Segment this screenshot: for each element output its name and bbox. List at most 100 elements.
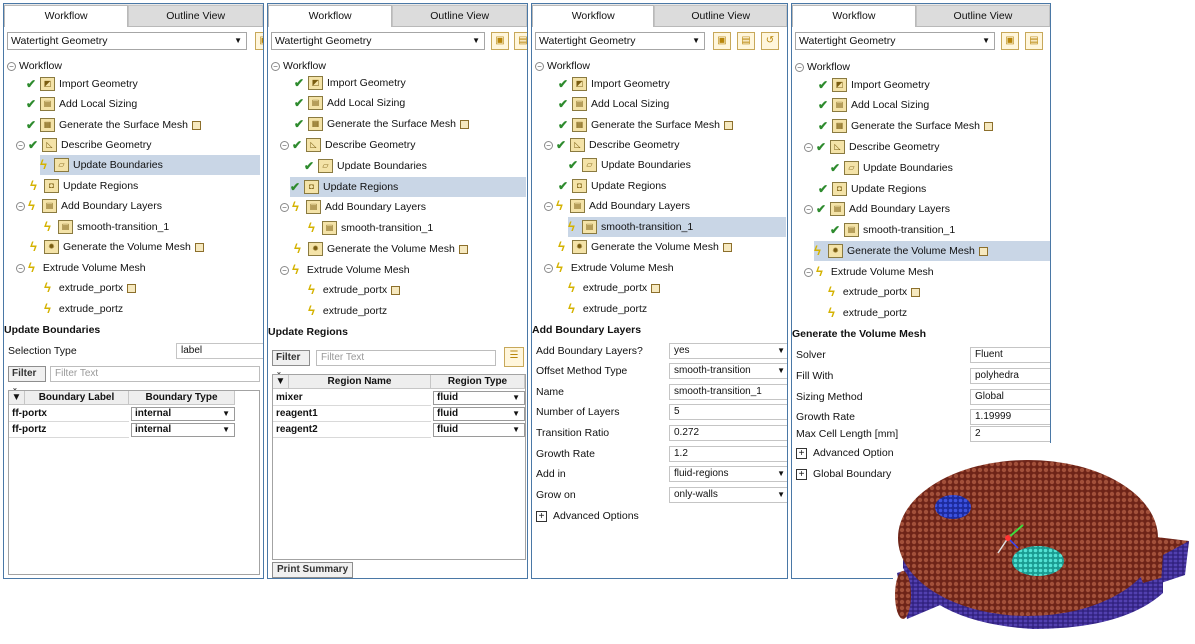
tree-item-smooth-transition[interactable]: ✔ ▤ smooth-transition_1: [830, 220, 955, 240]
workflow-type-select[interactable]: Watertight Geometry ▼: [795, 32, 995, 50]
table-cell-name[interactable]: reagent2: [273, 422, 431, 438]
save-workflow-button[interactable]: ▤: [1025, 32, 1043, 50]
tab-outline-view[interactable]: Outline View: [915, 5, 1050, 26]
tree-item-extrude-portz[interactable]: ϟ extrude_portz: [568, 299, 647, 319]
collapse-icon[interactable]: −: [804, 267, 813, 277]
collapse-icon[interactable]: −: [544, 140, 553, 150]
tab-workflow[interactable]: Workflow: [792, 5, 916, 27]
save-workflow-button[interactable]: ▤: [737, 32, 755, 50]
plus-icon[interactable]: +: [536, 510, 547, 522]
table-cell-name[interactable]: mixer: [273, 390, 431, 406]
boundary-type-select[interactable]: internal ▼: [131, 407, 235, 421]
add-in-select[interactable]: fluid-regions ▼: [669, 466, 787, 482]
open-folder-button[interactable]: ▣: [1001, 32, 1019, 50]
tree-item-extrude-volume-mesh[interactable]: − ϟ Extrude Volume Mesh: [804, 262, 934, 282]
tree-item-add-local-sizing[interactable]: ✔ ▤ Add Local Sizing: [26, 94, 137, 114]
tree-item-extrude-portz[interactable]: ϟ extrude_portz: [44, 299, 123, 319]
tree-item-generate-volume-mesh[interactable]: ϟ ✹ Generate the Volume Mesh: [30, 237, 204, 257]
plus-icon[interactable]: +: [796, 468, 807, 480]
table-cell-label[interactable]: ff-portz: [9, 422, 129, 438]
tree-root[interactable]: − Workflow: [795, 57, 850, 77]
tab-workflow[interactable]: Workflow: [532, 5, 655, 27]
tree-item-smooth-transition[interactable]: ϟ ▤ smooth-transition_1: [44, 217, 169, 237]
tree-item-add-boundary-layers[interactable]: − ϟ ▤ Add Boundary Layers: [280, 197, 426, 217]
max-cell-length-input[interactable]: 2: [970, 426, 1050, 442]
collapse-icon[interactable]: −: [16, 201, 25, 211]
tree-item-generate-surface-mesh[interactable]: ✔ ▦ Generate the Surface Mesh: [294, 114, 469, 134]
tab-outline-view[interactable]: Outline View: [128, 5, 263, 26]
filter-button[interactable]: Filter ⌄: [8, 366, 46, 392]
filter-button[interactable]: Filter ⌄: [272, 350, 310, 376]
tree-item-add-local-sizing[interactable]: ✔ ▤ Add Local Sizing: [818, 95, 929, 115]
tree-item-add-boundary-layers[interactable]: − ϟ ▤ Add Boundary Layers: [16, 196, 162, 216]
collapse-icon[interactable]: −: [280, 265, 289, 275]
collapse-icon[interactable]: −: [804, 204, 813, 214]
name-input[interactable]: smooth-transition_1: [669, 384, 787, 400]
advanced-options-toggle[interactable]: + Advanced Options: [536, 506, 787, 526]
fill-with-select[interactable]: polyhedra: [970, 368, 1050, 384]
tree-item-update-regions[interactable]: ✔ ◘ Update Regions: [558, 176, 666, 196]
tree-item-extrude-portx[interactable]: ϟ extrude_portx: [308, 280, 401, 300]
tab-outline-view[interactable]: Outline View: [654, 5, 787, 26]
tree-item-generate-surface-mesh[interactable]: ✔ ▦ Generate the Surface Mesh: [818, 116, 993, 136]
funnel-icon[interactable]: ▼: [9, 391, 25, 405]
tree-item-extrude-volume-mesh[interactable]: − ϟ Extrude Volume Mesh: [544, 258, 674, 278]
add-boundary-layers-select[interactable]: yes ▼: [669, 343, 787, 359]
selection-type-field[interactable]: label: [176, 343, 263, 359]
sizing-method-select[interactable]: Global: [970, 389, 1050, 405]
collapse-icon[interactable]: −: [795, 62, 804, 72]
tree-item-import-geometry[interactable]: ✔ ◩ Import Geometry: [26, 74, 138, 94]
boundary-type-select[interactable]: internal ▼: [131, 423, 235, 437]
column-region-type[interactable]: Region Type: [431, 375, 525, 389]
collapse-icon[interactable]: −: [16, 140, 25, 150]
solver-select[interactable]: Fluent: [970, 347, 1050, 363]
tree-item-extrude-portx[interactable]: ϟ extrude_portx: [568, 278, 661, 298]
tree-root[interactable]: − Workflow: [535, 56, 590, 76]
filter-options-button[interactable]: ☰: [504, 347, 524, 367]
collapse-icon[interactable]: −: [16, 263, 25, 273]
tree-item-extrude-volume-mesh[interactable]: − ϟ Extrude Volume Mesh: [16, 258, 146, 278]
collapse-icon[interactable]: −: [271, 61, 280, 71]
tree-item-add-local-sizing[interactable]: ✔ ▤ Add Local Sizing: [294, 93, 405, 113]
funnel-icon[interactable]: ▼: [273, 375, 289, 389]
tree-item-add-local-sizing[interactable]: ✔ ▤ Add Local Sizing: [558, 94, 669, 114]
tree-item-extrude-volume-mesh[interactable]: − ϟ Extrude Volume Mesh: [280, 260, 410, 280]
open-folder-button[interactable]: ▣: [255, 32, 263, 50]
growth-rate-input[interactable]: 1.2: [669, 446, 787, 462]
tree-item-add-boundary-layers[interactable]: − ✔ ▤ Add Boundary Layers: [804, 199, 950, 219]
tree-item-update-boundaries[interactable]: ✔ ▱ Update Boundaries: [304, 156, 427, 176]
table-cell-name[interactable]: reagent1: [273, 406, 431, 422]
collapse-icon[interactable]: −: [804, 142, 813, 152]
open-folder-button[interactable]: ▣: [491, 32, 509, 50]
transition-ratio-input[interactable]: 0.272: [669, 425, 787, 441]
column-boundary-label[interactable]: Boundary Label: [25, 391, 129, 405]
region-type-select[interactable]: fluid ▼: [433, 407, 525, 421]
workflow-type-select[interactable]: Watertight Geometry ▼: [535, 32, 705, 50]
tree-item-describe-geometry[interactable]: − ✔ ◺ Describe Geometry: [544, 135, 679, 155]
filter-text-input[interactable]: Filter Text: [50, 366, 260, 382]
filter-text-input[interactable]: Filter Text: [316, 350, 496, 366]
number-of-layers-input[interactable]: 5: [669, 404, 787, 420]
column-boundary-type[interactable]: Boundary Type: [129, 391, 235, 405]
region-type-select[interactable]: fluid ▼: [433, 391, 525, 405]
collapse-icon[interactable]: −: [7, 61, 16, 71]
tree-item-extrude-portz[interactable]: ϟ extrude_portz: [828, 303, 907, 323]
tree-root[interactable]: − Workflow: [7, 56, 62, 76]
tree-item-extrude-portx[interactable]: ϟ extrude_portx: [828, 282, 921, 302]
tree-item-update-boundaries[interactable]: ✔ ▱ Update Boundaries: [568, 155, 691, 175]
tree-item-describe-geometry[interactable]: − ✔ ◺ Describe Geometry: [16, 135, 151, 155]
offset-method-select[interactable]: smooth-transition ▼: [669, 363, 787, 379]
tree-item-import-geometry[interactable]: ✔ ◩ Import Geometry: [818, 75, 930, 95]
tree-item-generate-volume-mesh[interactable]: ϟ ✹ Generate the Volume Mesh: [294, 239, 468, 259]
save-workflow-button[interactable]: ▤: [514, 32, 527, 50]
tree-item-import-geometry[interactable]: ✔ ◩ Import Geometry: [294, 73, 406, 93]
tab-workflow[interactable]: Workflow: [268, 5, 393, 27]
tree-item-update-regions[interactable]: ✔ ◘ Update Regions: [818, 179, 926, 199]
tree-item-extrude-portx[interactable]: ϟ extrude_portx: [44, 278, 137, 298]
tree-item-extrude-portz[interactable]: ϟ extrude_portz: [308, 301, 387, 321]
tree-item-update-boundaries[interactable]: ✔ ▱ Update Boundaries: [830, 158, 953, 178]
tree-item-describe-geometry[interactable]: − ✔ ◺ Describe Geometry: [804, 137, 939, 157]
print-summary-button[interactable]: Print Summary: [272, 562, 354, 578]
revert-button[interactable]: ↺: [761, 32, 779, 50]
growth-rate-input[interactable]: 1.19999: [970, 409, 1050, 425]
